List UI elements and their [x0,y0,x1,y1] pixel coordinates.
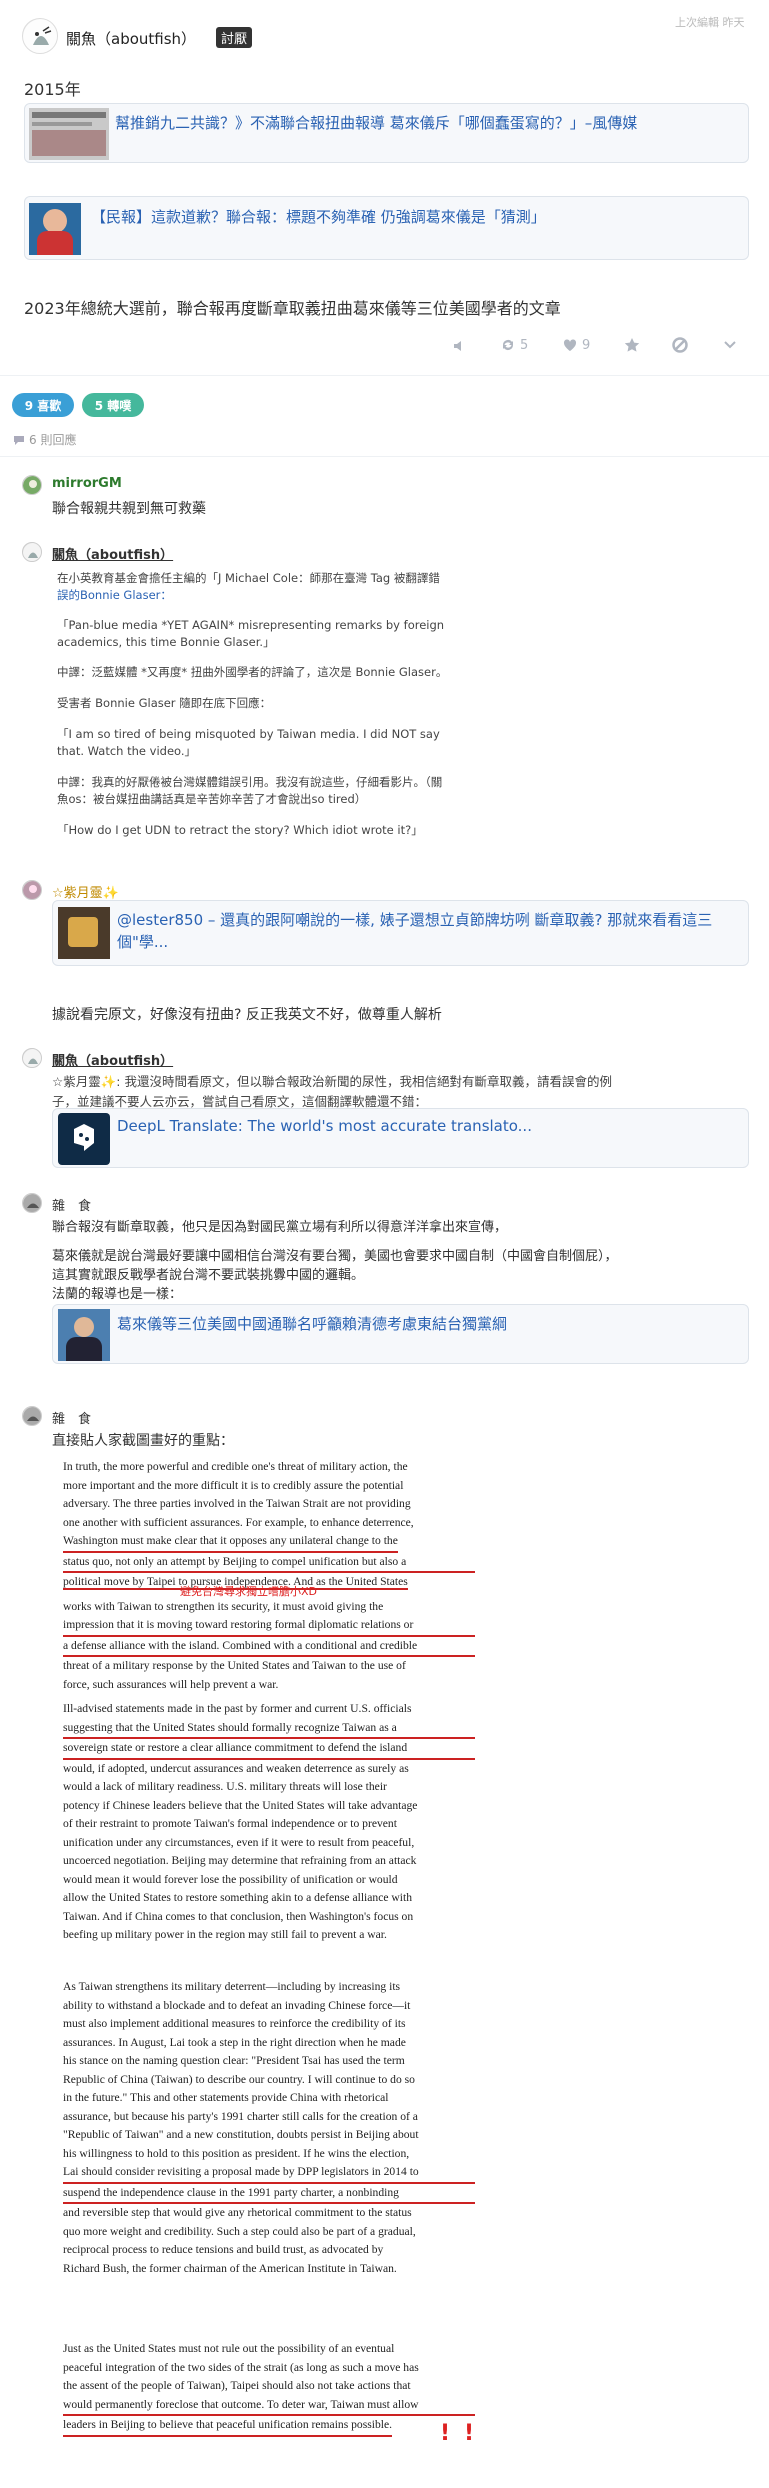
bookmark-star-icon[interactable] [624,337,640,357]
mute-icon[interactable] [452,338,468,358]
link-title[interactable]: 葛來儀等三位美國中國通聯名呼籲賴清德考慮東結台獨黨綱 [117,1313,737,1334]
link-thumbnail [29,203,81,255]
link-thumbnail [29,108,109,160]
reply-link-card[interactable]: 葛來儀等三位美國中國通聯名呼籲賴清德考慮東結台獨黨綱 [52,1304,749,1364]
reply-author[interactable]: 雜 食 [52,1408,91,1427]
reply-link-card[interactable]: @lester850 – 還真的跟阿嘲說的一樣, 婊子還想立貞節牌坊咧 斷章取義… [52,900,749,966]
like-button[interactable]: 9 [562,337,590,353]
reply-author[interactable]: ☆紫月靈✨ [52,882,119,901]
exclamation-mark-icon: ! [464,2421,475,2446]
reposts-tab[interactable]: 5 轉噗 [82,393,144,417]
reply-author[interactable]: mirrorGM [52,476,122,491]
author-name[interactable]: 關魚（aboutfish） [66,28,196,49]
reply-avatar[interactable] [22,880,42,900]
link-card-1[interactable]: 幫推銷九二共識？》不滿聯合報扭曲報導 葛來儀斥「哪個蠢蛋寫的？」–風傳媒 [24,103,749,163]
comment-icon [14,435,24,445]
heart-icon [563,339,577,351]
link-thumbnail [58,1309,110,1361]
link-title[interactable]: DeepL Translate: The world's most accura… [117,1117,737,1135]
article-paragraph-4: Just as the United States must not rule … [63,2340,475,2437]
handwritten-note: 避免台灣尋求獨立嚐膽小XD [180,1585,318,1598]
replies-count: 6 則回應 [13,431,76,448]
reply-line: 在小英教育基金會擔任主編的「J Michael Cole：師那在臺灣 Tag 被… [57,571,440,585]
reply-line: 葛來儀就是說台灣最好要讓中國相信台灣沒有要台獨，美國也會要求中國自制（中國會自制… [52,1249,618,1264]
reply-avatar[interactable] [22,475,42,495]
edited-timestamp: 上次編輯 昨天 [675,16,745,29]
reply-author[interactable]: 關魚（aboutfish） [52,1050,173,1069]
reply-line[interactable]: 誤的Bonnie Glaser： [57,587,172,603]
repost-count: 5 [520,337,529,353]
repost-icon [503,340,513,350]
reply-author[interactable]: 雜 食 [52,1195,91,1214]
reply-avatar[interactable] [22,1193,42,1213]
divider [0,456,769,457]
reply-line: 法蘭的報導也是一樣： [52,1287,183,1302]
reply-line: 聯合報沒有斷章取義，他只是因為對國民黨立場有利所以得意洋洋拿出來宣傳， [52,1220,508,1235]
reply-line: 中譯：我真的好厭倦被台灣媒體錯誤引用。我沒有說這些，仔細看影片。（關 [57,775,443,789]
link-title[interactable]: 【民報】這款道歉？聯合報：標題不夠準確 仍強調葛來儀是「猜測」 [91,206,741,227]
article-paragraph-2: Ill-advised statements made in the past … [63,1700,475,1945]
reply-line: 受害者 Bonnie Glaser 隨即在底下回應： [57,696,272,710]
like-count: 9 [582,337,591,353]
post-year: 2015年 [24,80,81,99]
reply-line: 「I am so tired of being misquoted by Tai… [57,727,440,741]
block-icon[interactable] [672,337,688,357]
reply-line: 「Pan-blue media *YET AGAIN* misrepresent… [57,618,445,632]
author-avatar[interactable] [22,18,58,54]
reply-line: ☆紫月靈✨: 我還沒時間看原文，但以聯合報政治新聞的尿性，我相信絕對有斷章取義，… [52,1074,612,1089]
reply-line: 魚os：被台媒扭曲講話真是辛苦妳辛苦了才會說出so tired） [57,792,367,806]
reply-line: 中譯：泛藍媒體 *又再度* 扭曲外國學者的評論了，這次是 Bonnie Glas… [57,665,448,679]
reply-avatar[interactable] [22,1048,42,1068]
reply-text: 聯合報親共親到無可救藥 [52,501,206,517]
reply-line: academics, this time Bonnie Glaser.」 [57,635,275,649]
deepl-logo-icon [58,1113,110,1165]
exclamation-mark-icon: ! [440,2421,451,2446]
link-thumbnail [58,907,110,959]
reply-line: 這其實就跟反戰學者說台灣不要武裝挑釁中國的邏輯。 [52,1268,365,1283]
article-paragraph-3: As Taiwan strengthens its military deter… [63,1978,475,2278]
chevron-down-icon[interactable] [722,337,738,357]
divider [0,375,769,376]
article-paragraph-1: In truth, the more powerful and credible… [63,1458,475,1694]
link-title[interactable]: @lester850 – 還真的跟阿嘲說的一樣, 婊子還想立貞節牌坊咧 斷章取義… [117,909,742,955]
repost-button[interactable]: 5 [500,337,528,353]
link-card-2[interactable]: 【民報】這款道歉？聯合報：標題不夠準確 仍強調葛來儀是「猜測」 [24,196,749,260]
reply-text: 據說看完原文，好像沒有扭曲? 反正我英文不好，做尊重人解析 [52,1007,442,1023]
reply-line: that. Watch the video.」 [57,744,197,758]
reply-line: 「How do I get UDN to retract the story? … [57,823,423,837]
likes-tab[interactable]: 9 喜歡 [12,393,74,417]
reply-link-card[interactable]: DeepL Translate: The world's most accura… [52,1108,749,1168]
link-title[interactable]: 幫推銷九二共識？》不滿聯合報扭曲報導 葛來儀斥「哪個蠢蛋寫的？」–風傳媒 [115,112,745,133]
author-badge: 討厭 [216,27,253,48]
post-text: 2023年總統大選前，聯合報再度斷章取義扭曲葛來儀等三位美國學者的文章 [24,299,561,318]
reply-author[interactable]: 關魚（aboutfish） [52,544,173,563]
reply-avatar[interactable] [22,542,42,562]
reply-avatar[interactable] [22,1406,42,1426]
reply-text: 直接貼人家截圖畫好的重點： [52,1433,234,1449]
